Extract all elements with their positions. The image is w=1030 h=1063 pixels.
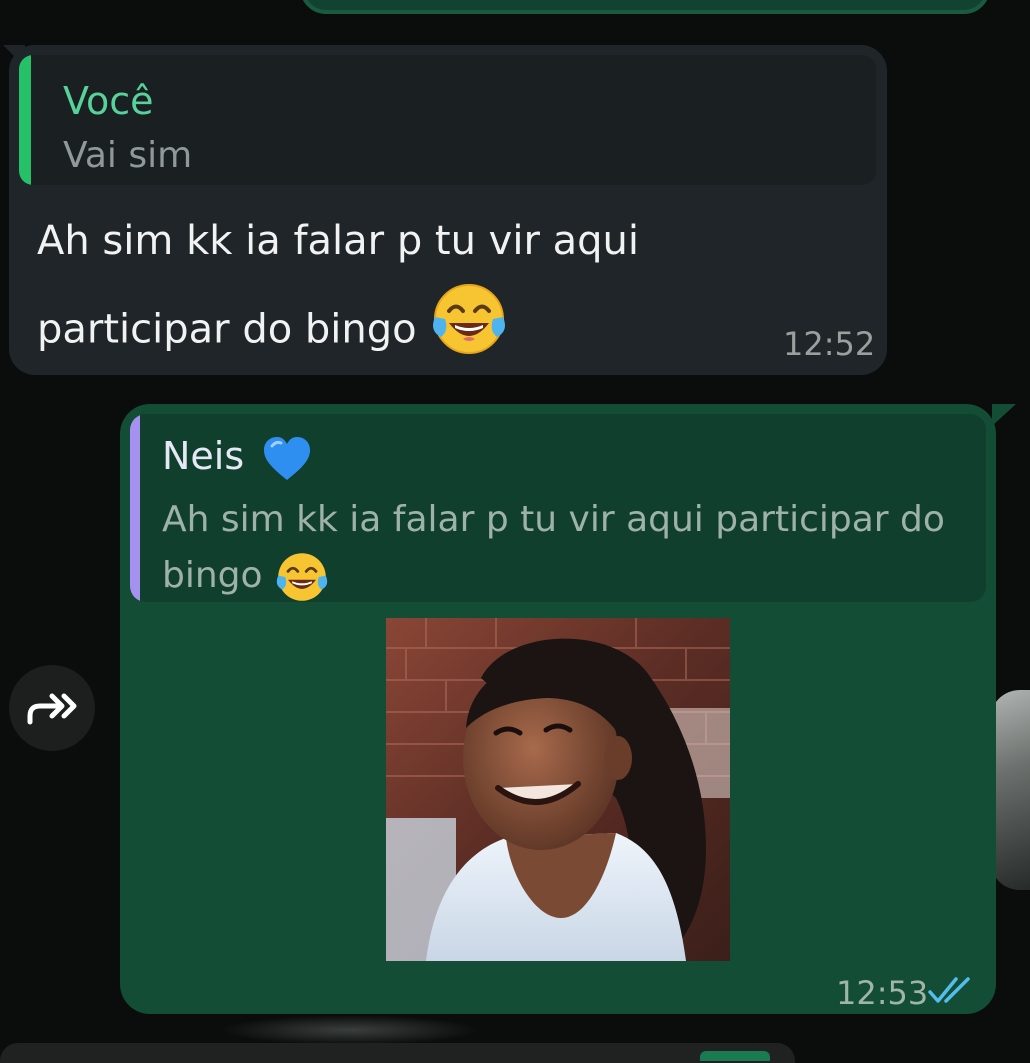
previous-message-bubble[interactable] xyxy=(300,0,990,14)
quote-author-line: Neis xyxy=(162,434,312,482)
message-text: Ah sim kk ia falar p tu vir aqui partici… xyxy=(37,218,639,353)
wallpaper-rock xyxy=(990,690,1030,890)
next-message-bubble[interactable] xyxy=(0,1043,795,1063)
incoming-message-bubble[interactable]: Você Vai sim Ah sim kk ia falar p tu vir… xyxy=(3,45,887,375)
message-text-container: Ah sim kk ia falar p tu vir aqui partici… xyxy=(37,203,757,384)
quote-author: Você xyxy=(63,79,154,123)
read-double-check-icon xyxy=(928,977,970,1003)
message-timestamp: 12:53 xyxy=(836,974,929,1012)
face-with-tears-of-joy-icon xyxy=(276,553,328,601)
quote-accent-bar xyxy=(19,55,31,185)
forward-button[interactable] xyxy=(9,665,95,751)
face-with-tears-of-joy-icon xyxy=(429,279,509,384)
quote-author: Neis xyxy=(162,434,245,478)
next-message-accent xyxy=(700,1051,770,1061)
blue-heart-icon xyxy=(264,436,311,480)
quote-text-container: Ah sim kk ia falar p tu vir aqui partici… xyxy=(162,492,962,602)
quote-text: Vai sim xyxy=(63,135,193,176)
wallpaper-shadow xyxy=(220,1015,480,1045)
girl-smiling-photo[interactable] xyxy=(386,618,730,961)
message-timestamp: 12:52 xyxy=(783,325,876,363)
outgoing-message-bubble[interactable]: Neis Ah sim kk ia falar p tu vir aqui pa… xyxy=(120,404,1016,1014)
quoted-reply[interactable]: Neis Ah sim kk ia falar p tu vir aqui pa… xyxy=(130,414,986,602)
forward-arrow-icon xyxy=(27,693,77,725)
bubble-tail xyxy=(992,404,1016,426)
quoted-reply[interactable]: Você Vai sim xyxy=(19,55,876,185)
quote-accent-bar xyxy=(130,414,140,602)
